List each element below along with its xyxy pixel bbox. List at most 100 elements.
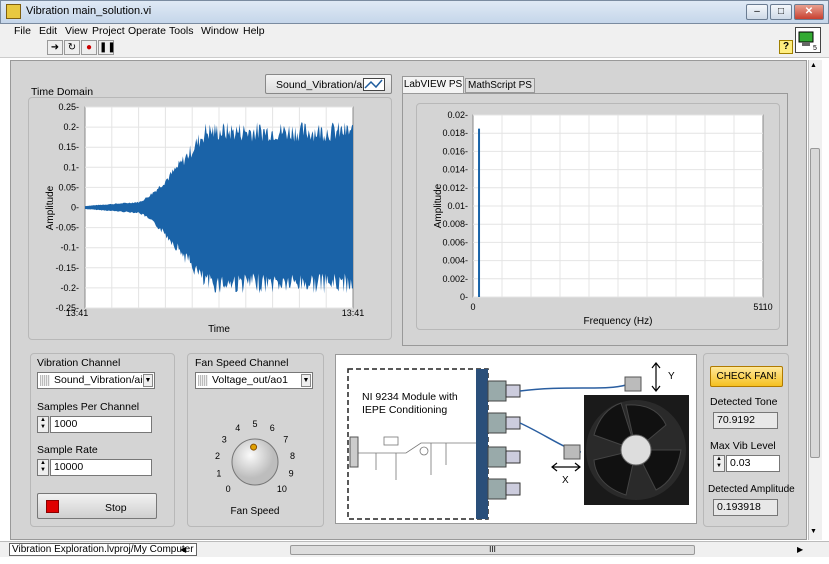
detected-amplitude-label: Detected Amplitude [708, 484, 795, 495]
freq-x-tick-start: 0 [470, 302, 475, 312]
run-continuously-icon[interactable]: ↻ [64, 40, 80, 55]
channel-legend[interactable]: Sound_Vibration/ai0 [265, 74, 392, 94]
freq-y-tick-label: 0.01- [447, 201, 468, 211]
menu-operate[interactable]: Operate [128, 25, 166, 37]
maximize-button[interactable]: □ [770, 4, 792, 20]
cable-y [519, 384, 627, 392]
frequency-chart: 0.02- 0.018- 0.016- 0.014- 0.012- 0.01- 0.008-… [433, 110, 773, 327]
samples-stepper[interactable]: ▲ ▼ [37, 416, 49, 433]
menu-project[interactable]: Project [92, 25, 125, 37]
y-tick-label: 0.1- [63, 162, 79, 172]
menu-tools[interactable]: Tools [169, 25, 194, 37]
menu-help[interactable]: Help [243, 25, 265, 37]
stop-button[interactable]: Stop [37, 493, 157, 519]
max-vib-level-label: Max Vib Level [710, 440, 776, 452]
tab-labview-ps[interactable]: LabVIEW PS [402, 76, 464, 94]
module-edge [476, 369, 488, 519]
fan-speed-knob[interactable]: 01 234 5 678 910 Fan Speed [195, 405, 315, 520]
freq-y-tick-label: 0.018- [442, 128, 468, 138]
menu-file[interactable]: File [14, 25, 31, 37]
detected-tone-label: Detected Tone [710, 396, 778, 408]
check-fan-indicator: CHECK FAN! [710, 366, 783, 387]
svg-text:5: 5 [813, 45, 817, 52]
window-title: Vibration main_solution.vi [26, 5, 152, 17]
context-help-button[interactable]: ? [779, 40, 793, 54]
channel-legend-label: Sound_Vibration/ai0 [276, 79, 371, 91]
stop-led-icon [46, 500, 59, 513]
max-vib-stepper[interactable]: ▲ ▼ [713, 455, 725, 472]
time-domain-chart: 0.25- 0.2- 0.15- 0.1- 0.05- 0- -0.05- -0.1- -0.1… [45, 102, 364, 335]
fan-speed-channel-select[interactable]: Voltage_out/ao1 ▼ [195, 372, 313, 389]
freq-x-tick-end: 5110 [753, 302, 772, 312]
fan-hub [620, 434, 652, 466]
dial-tick-label: 8 [290, 451, 295, 461]
sample-rate-input[interactable]: 10000 [50, 459, 152, 476]
y-tick-label: -0.05- [55, 223, 79, 233]
menu-edit[interactable]: Edit [39, 25, 57, 37]
dropdown-arrow-icon[interactable]: ▼ [301, 374, 311, 387]
y-tick-label: 0- [71, 203, 79, 213]
vertical-scroll-thumb[interactable] [810, 148, 820, 458]
hardware-diagram-image: NI 9234 Module with IEPE Conditioning Y … [335, 354, 697, 524]
horizontal-scroll-thumb[interactable]: III [290, 545, 695, 555]
dial-tick-label: 1 [216, 469, 221, 479]
y-tick-label: 0.25- [58, 102, 79, 112]
menu-view[interactable]: View [65, 25, 88, 37]
fan-speed-channel-label: Fan Speed Channel [195, 357, 289, 369]
dial-tick-label: 0 [226, 484, 231, 494]
time-domain-label: Time Domain [31, 86, 94, 98]
dial-tick-label: 5 [252, 419, 257, 429]
vi-icon: 5 [795, 27, 821, 53]
fan-speed-channel-value: Voltage_out/ao1 [212, 374, 288, 386]
y-tick-label: 0.2- [63, 122, 79, 132]
dial-tick-label: 7 [283, 435, 288, 445]
dial-tick-label: 2 [215, 451, 220, 461]
dial-tick-label: 4 [235, 423, 240, 433]
pause-icon[interactable]: ❚❚ [98, 40, 116, 55]
abort-icon[interactable]: ● [81, 40, 97, 55]
x-axis-label: Time [208, 324, 230, 335]
toolbar [0, 38, 829, 58]
freq-y-tick-label: 0.012- [442, 183, 468, 193]
freq-y-tick-label: 0.008- [442, 219, 468, 229]
scroll-left-icon[interactable]: ◀ [180, 545, 186, 554]
freq-y-tick-label: 0.002- [442, 274, 468, 284]
freq-x-axis-label: Frequency (Hz) [584, 316, 653, 327]
dial-tick-label: 9 [289, 469, 294, 479]
freq-y-tick-label: 0.006- [442, 237, 468, 247]
close-button[interactable]: ✕ [794, 4, 824, 20]
hardware-diagram [347, 362, 689, 520]
samples-per-channel-input[interactable]: 1000 [50, 416, 152, 433]
max-vib-level-input[interactable]: 0.03 [726, 455, 780, 472]
detected-tone-value: 70.9192 [713, 412, 778, 429]
y-tick-label: 0.05- [58, 182, 79, 192]
x-tick-start: 13:41 [66, 308, 89, 318]
scroll-right-icon[interactable]: ▶ [797, 545, 803, 554]
vibration-channel-label: Vibration Channel [37, 357, 121, 369]
y-axis-marker: Y [668, 371, 675, 382]
y-tick-label: -0.1- [60, 243, 79, 253]
adc-block [349, 436, 359, 468]
dropdown-arrow-icon[interactable]: ▼ [143, 374, 153, 387]
y-tick-label: 0.15- [58, 142, 79, 152]
project-context-label: Vibration Exploration.lvproj/My Computer [9, 543, 197, 556]
freq-y-tick-label: 0.02- [447, 110, 468, 120]
accelerometer-y [624, 376, 642, 392]
plot-line-icon [363, 78, 385, 91]
accelerometer-x [563, 444, 581, 460]
sample-rate-stepper[interactable]: ▲ ▼ [37, 459, 49, 476]
minimize-button[interactable]: – [746, 4, 768, 20]
knob-pointer [250, 443, 258, 451]
scroll-down-icon[interactable]: ▼ [810, 528, 817, 535]
vibration-channel-select[interactable]: Sound_Vibration/ai0 ▼ [37, 372, 155, 389]
tab-mathscript-ps[interactable]: MathScript PS [465, 78, 535, 93]
freq-y-tick-label: 0.014- [442, 165, 468, 175]
freq-y-tick-label: 0.004- [442, 256, 468, 266]
scroll-up-icon[interactable]: ▲ [810, 62, 817, 69]
run-arrow-icon[interactable]: ➜ [47, 40, 63, 55]
vibration-channel-value: Sound_Vibration/ai0 [54, 374, 149, 386]
menu-window[interactable]: Window [201, 25, 238, 37]
freq-y-tick-label: 0.016- [442, 146, 468, 156]
freq-y-axis-label: Amplitude [433, 183, 444, 228]
x-axis-marker: X [562, 475, 569, 486]
